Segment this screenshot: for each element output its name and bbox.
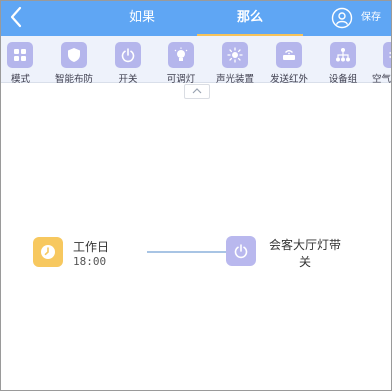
toolbar-item-send-ir[interactable]: 发送红外: [264, 40, 314, 85]
device-toolbar: 模式 智能布防 开关 可调灯 声光装置 发送红外 设备组 空气: [1, 36, 392, 85]
bulb-icon: [174, 47, 188, 61]
collapse-toolbar-button[interactable]: [184, 84, 210, 99]
app-frame: 如果 那么 保存 模式 智能布防 开关 可调灯 声光装置 发送红外 设备组 空气…: [0, 0, 392, 391]
flow-connector: [147, 251, 229, 253]
grid-icon: [14, 49, 26, 61]
toolbar-item-sound-light[interactable]: 声光装置: [210, 40, 260, 85]
tab-if[interactable]: 如果: [107, 1, 177, 36]
save-button[interactable]: 保存: [361, 1, 381, 36]
trigger-time: 18:00: [73, 255, 107, 268]
router-icon: [283, 50, 295, 60]
power-icon: [234, 244, 248, 259]
tab-then[interactable]: 那么: [197, 1, 303, 36]
top-bar: 如果 那么 保存: [1, 1, 391, 36]
chevron-up-icon: [192, 88, 202, 94]
user-icon[interactable]: [331, 7, 353, 29]
sun-icon: [227, 47, 243, 63]
toolbar-item-label: 空气: [372, 74, 392, 85]
power-icon: [121, 48, 135, 63]
trigger-title: 工作日: [73, 240, 110, 254]
action-label: 会客大厅灯带关: [268, 238, 341, 269]
toolbar-item-device-group[interactable]: 设备组: [318, 40, 368, 85]
network-icon: [336, 48, 350, 62]
trigger-node[interactable]: [33, 237, 63, 267]
action-node[interactable]: [226, 236, 256, 266]
toolbar-item-dimmable-light[interactable]: 可调灯: [156, 40, 206, 85]
shield-icon: [68, 48, 80, 62]
tab-then-label: 那么: [236, 10, 263, 25]
toolbar-item-air[interactable]: 空气: [367, 40, 392, 85]
air-icon: [389, 52, 391, 58]
back-arrow-icon: [10, 6, 22, 28]
back-button[interactable]: [7, 4, 27, 30]
clock-icon: [41, 245, 55, 259]
toolbar-item-smart-arming[interactable]: 智能布防: [49, 40, 99, 85]
